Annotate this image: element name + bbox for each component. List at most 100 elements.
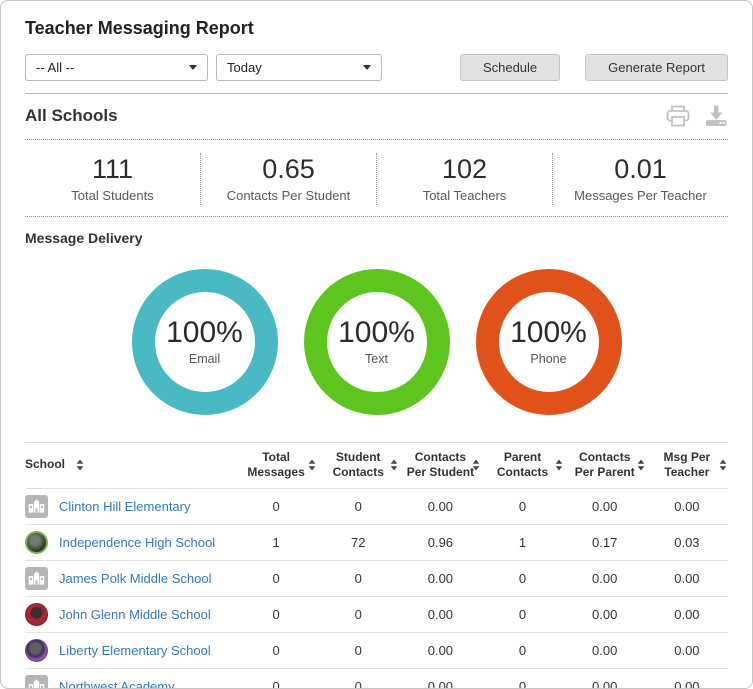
contacts-per-student-cell: 0.00 bbox=[399, 488, 482, 525]
teacher-messaging-report-page: Teacher Messaging Report -- All -- Today… bbox=[0, 0, 753, 689]
download-button[interactable] bbox=[704, 105, 728, 127]
john-glenn-logo-icon bbox=[25, 602, 48, 626]
school-building-icon bbox=[25, 566, 48, 590]
contacts-per-student-cell: 0.00 bbox=[399, 596, 482, 633]
print-button[interactable] bbox=[666, 105, 690, 127]
table-row: Liberty Elementary School 0 0 0.00 0 0.00 0.00 bbox=[25, 632, 728, 669]
parent-contacts-cell: 0 bbox=[481, 596, 564, 633]
stat-total-teachers: 102 Total Teachers bbox=[376, 153, 552, 205]
email-percent: 100% bbox=[166, 315, 243, 349]
school-cell: Independence High School bbox=[25, 524, 235, 561]
student-contacts-cell: 0 bbox=[317, 668, 400, 688]
contacts-per-parent-cell: 0.00 bbox=[563, 560, 646, 597]
sort-icon bbox=[719, 459, 727, 471]
contacts-per-student-cell: 0.00 bbox=[399, 668, 482, 688]
download-icon bbox=[704, 105, 728, 130]
contacts-per-parent-cell: 0.17 bbox=[563, 524, 646, 561]
school-filter-select[interactable]: -- All -- bbox=[25, 54, 208, 81]
stat-value: 102 bbox=[441, 154, 488, 184]
total-messages-cell: 1 bbox=[235, 524, 318, 561]
school-link[interactable]: Clinton Hill Elementary bbox=[59, 499, 191, 514]
contacts-per-parent-cell: 0.00 bbox=[563, 596, 646, 633]
stat-value: 111 bbox=[91, 154, 134, 184]
school-cell: John Glenn Middle School bbox=[25, 596, 235, 633]
column-header-msg-per-teacher[interactable]: Msg Per Teacher bbox=[645, 441, 728, 489]
school-link[interactable]: Independence High School bbox=[59, 535, 215, 550]
table-header-row: School Total Messages Student Contacts C… bbox=[25, 441, 728, 489]
column-header-total-messages[interactable]: Total Messages bbox=[235, 441, 318, 489]
schedule-button[interactable]: Schedule bbox=[459, 54, 561, 81]
total-messages-cell: 0 bbox=[235, 488, 318, 525]
stat-label: Messages Per Teacher bbox=[574, 187, 707, 203]
school-link[interactable]: John Glenn Middle School bbox=[59, 607, 211, 622]
message-delivery-charts: 100% Email 100% Text 100% Phone bbox=[25, 268, 728, 415]
sort-icon bbox=[472, 459, 480, 471]
column-header-student-contacts[interactable]: Student Contacts bbox=[317, 441, 400, 489]
page-title: Teacher Messaging Report bbox=[25, 18, 254, 38]
sort-icon bbox=[390, 459, 398, 471]
total-messages-cell: 0 bbox=[235, 632, 318, 669]
school-building-icon bbox=[25, 494, 48, 518]
student-contacts-cell: 72 bbox=[317, 524, 400, 561]
phone-donut-chart: 100% Phone bbox=[475, 268, 622, 415]
school-link[interactable]: James Polk Middle School bbox=[59, 571, 211, 586]
action-buttons: Schedule Generate Report bbox=[459, 54, 728, 81]
parent-contacts-cell: 0 bbox=[481, 560, 564, 597]
contacts-per-student-cell: 0.00 bbox=[399, 632, 482, 669]
parent-contacts-cell: 0 bbox=[481, 488, 564, 525]
stat-label: Total Teachers bbox=[422, 187, 507, 203]
column-header-contacts-per-parent[interactable]: Contacts Per Parent bbox=[563, 441, 646, 489]
liberty-logo-icon bbox=[25, 638, 48, 662]
section-title: All Schools bbox=[25, 106, 118, 125]
stat-messages-per-teacher: 0.01 Messages Per Teacher bbox=[552, 153, 728, 205]
total-messages-cell: 0 bbox=[235, 668, 318, 688]
school-table-body: Clinton Hill Elementary 0 0 0.00 0 0.00 0.00 In… bbox=[25, 488, 728, 688]
stat-contacts-per-student: 0.65 Contacts Per Student bbox=[200, 153, 376, 205]
school-cell: Liberty Elementary School bbox=[25, 632, 235, 669]
column-header-parent-contacts[interactable]: Parent Contacts bbox=[481, 441, 564, 489]
message-delivery-title: Message Delivery bbox=[25, 229, 143, 246]
stat-value: 0.01 bbox=[614, 154, 667, 184]
table-row: Independence High School 1 72 0.96 1 0.17 0.03 bbox=[25, 524, 728, 561]
school-link[interactable]: Liberty Elementary School bbox=[59, 643, 211, 658]
table-row: Clinton Hill Elementary 0 0 0.00 0 0.00 0.00 bbox=[25, 488, 728, 525]
school-building-icon bbox=[25, 674, 48, 688]
chevron-down-icon bbox=[363, 65, 371, 70]
chevron-down-icon bbox=[189, 65, 197, 70]
parent-contacts-cell: 0 bbox=[481, 632, 564, 669]
school-cell: Northwest Academy bbox=[25, 668, 235, 688]
date-range-value: Today bbox=[227, 60, 262, 75]
email-donut-chart: 100% Email bbox=[131, 268, 278, 415]
section-head: All Schools bbox=[25, 94, 728, 140]
school-cell: Clinton Hill Elementary bbox=[25, 488, 235, 525]
generate-report-button[interactable]: Generate Report bbox=[585, 54, 728, 81]
msg-per-teacher-cell: 0.00 bbox=[645, 596, 728, 633]
total-messages-cell: 0 bbox=[235, 560, 318, 597]
text-donut-chart: 100% Text bbox=[303, 268, 450, 415]
stat-value: 0.65 bbox=[262, 154, 315, 184]
sort-icon bbox=[76, 459, 84, 471]
total-messages-cell: 0 bbox=[235, 596, 318, 633]
student-contacts-cell: 0 bbox=[317, 596, 400, 633]
table-row: John Glenn Middle School 0 0 0.00 0 0.00 0.00 bbox=[25, 596, 728, 633]
student-contacts-cell: 0 bbox=[317, 632, 400, 669]
table-row: Northwest Academy 0 0 0.00 0 0.00 0.00 bbox=[25, 668, 728, 688]
parent-contacts-cell: 1 bbox=[481, 524, 564, 561]
independence-logo-icon bbox=[25, 530, 48, 554]
contacts-per-parent-cell: 0.00 bbox=[563, 668, 646, 688]
student-contacts-cell: 0 bbox=[317, 560, 400, 597]
column-header-school[interactable]: School bbox=[25, 441, 235, 489]
filter-row: -- All -- Today Schedule Generate Report bbox=[25, 54, 728, 81]
date-range-select[interactable]: Today bbox=[216, 54, 382, 81]
school-link[interactable]: Northwest Academy bbox=[59, 679, 175, 688]
msg-per-teacher-cell: 0.00 bbox=[645, 488, 728, 525]
print-icon bbox=[666, 105, 690, 130]
school-filter-value: -- All -- bbox=[36, 60, 75, 75]
stat-label: Total Students bbox=[71, 187, 154, 203]
column-header-contacts-per-student[interactable]: Contacts Per Student bbox=[399, 441, 482, 489]
text-label: Text bbox=[365, 351, 388, 366]
phone-label: Phone bbox=[530, 351, 567, 366]
student-contacts-cell: 0 bbox=[317, 488, 400, 525]
msg-per-teacher-cell: 0.00 bbox=[645, 632, 728, 669]
msg-per-teacher-cell: 0.00 bbox=[645, 560, 728, 597]
